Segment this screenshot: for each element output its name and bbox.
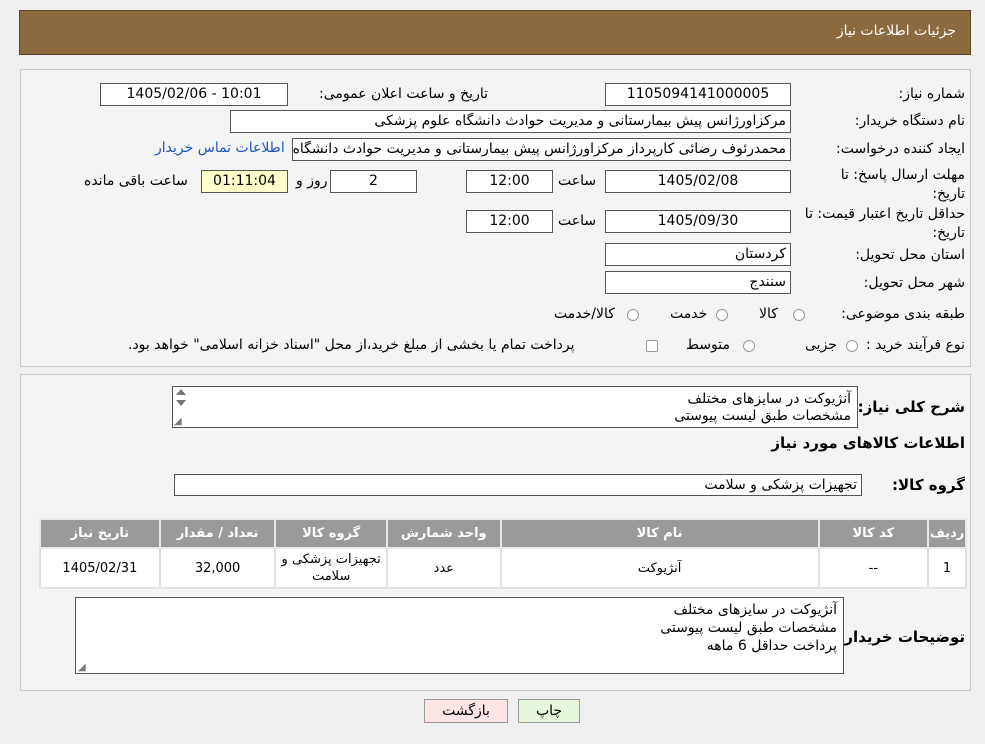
- city-field: سنندج: [605, 271, 791, 294]
- countdown-timer: 01:11:04: [201, 170, 288, 193]
- validity-date-field: 1405/09/30: [605, 210, 791, 233]
- process-treasury-checkbox[interactable]: [646, 340, 658, 352]
- buyer-org-label: نام دستگاه خریدار:: [854, 113, 965, 129]
- process-option-medium: متوسط: [686, 337, 730, 353]
- need-number-label: شماره نیاز:: [898, 86, 966, 102]
- table-row: 1 -- آنژیوکت عدد تجهیزات پزشکی و سلامت 3…: [39, 547, 967, 589]
- days-remaining-field: 2: [330, 170, 417, 193]
- category-radio-goods[interactable]: [793, 309, 805, 321]
- deadline-date-field: 1405/02/08: [605, 170, 791, 193]
- cell-row: 1: [927, 547, 967, 589]
- buyer-notes-line-2: مشخصات طبق لیست پیوستی: [660, 620, 837, 636]
- city-label: شهر محل تحویل:: [863, 275, 965, 291]
- price-validity-label: حداقل تاریخ اعتبار قیمت: تا تاریخ:: [804, 206, 965, 241]
- col-row: ردیف: [927, 518, 967, 549]
- process-note: پرداخت تمام یا بخشی از مبلغ خرید،از محل …: [128, 337, 575, 353]
- cell-group: تجهیزات پزشکی و سلامت: [274, 547, 388, 589]
- cell-qty: 32,000: [158, 547, 277, 589]
- category-radio-goods-service[interactable]: [627, 309, 639, 321]
- col-date: تاریخ نیاز: [39, 518, 161, 549]
- deadline-time-field: 12:00: [466, 170, 553, 193]
- category-option-goods-service: کالا/خدمت: [554, 306, 615, 322]
- announce-datetime-label: تاریخ و ساعت اعلان عمومی:: [319, 86, 488, 102]
- summary-label: شرح کلی نیاز:: [857, 398, 965, 416]
- goods-group-field: تجهیزات پزشکی و سلامت: [174, 474, 862, 496]
- category-label: طبقه بندی موضوعی:: [841, 306, 965, 322]
- scroll-up-icon[interactable]: [176, 389, 186, 395]
- summary-line-2: مشخصات طبق لیست پیوستی: [674, 408, 851, 424]
- cell-code: --: [817, 547, 930, 589]
- col-qty: تعداد / مقدار: [158, 518, 277, 549]
- goods-section-title: اطلاعات کالاهای مورد نیاز: [771, 434, 965, 452]
- category-option-service: خدمت: [670, 306, 708, 322]
- province-label: استان محل تحویل:: [855, 247, 965, 263]
- process-radio-minor[interactable]: [846, 340, 858, 352]
- buyer-notes-textarea[interactable]: آنژیوکت در سایزهای مختلف مشخصات طبق لیست…: [75, 597, 844, 674]
- cell-date: 1405/02/31: [39, 547, 161, 589]
- buyer-org-field: مرکزاورژانس پیش بیمارستانی و مدیریت حواد…: [230, 110, 791, 133]
- process-radio-medium[interactable]: [743, 340, 755, 352]
- buyer-notes-label: توضیحات خریدار:: [838, 628, 965, 646]
- process-type-label: نوع فرآیند خرید :: [866, 337, 965, 353]
- validity-time-field: 12:00: [466, 210, 553, 233]
- goods-table: ردیف کد کالا نام کالا واحد شمارش گروه کا…: [39, 518, 967, 589]
- buyer-notes-line-1: آنژیوکت در سایزهای مختلف: [673, 602, 837, 618]
- resize-handle-icon[interactable]: ◢: [174, 417, 182, 427]
- page-header: جزئیات اطلاعات نیاز: [19, 10, 971, 55]
- page-title: جزئیات اطلاعات نیاز: [836, 23, 956, 39]
- resize-handle-icon[interactable]: ◢: [78, 663, 86, 673]
- back-button[interactable]: بازگشت: [424, 699, 508, 723]
- category-radio-service[interactable]: [716, 309, 728, 321]
- deadline-label: مهلت ارسال پاسخ: تا تاریخ:: [840, 167, 965, 202]
- requester-field: محمدرئوف رضائی کارپرداز مرکزاورژانس پیش …: [292, 138, 791, 161]
- process-option-minor: جزیی: [805, 337, 837, 353]
- scroll-down-icon[interactable]: [176, 400, 186, 406]
- print-button[interactable]: چاپ: [518, 699, 580, 723]
- goods-table-header: ردیف کد کالا نام کالا واحد شمارش گروه کا…: [39, 518, 967, 549]
- validity-time-label: ساعت: [558, 213, 597, 229]
- category-option-goods: کالا: [759, 306, 778, 322]
- summary-textarea[interactable]: آنژیوکت در سایزهای مختلف مشخصات طبق لیست…: [172, 386, 858, 428]
- requester-label: ایجاد کننده درخواست:: [836, 141, 965, 157]
- deadline-time-label: ساعت: [558, 173, 597, 189]
- need-number-field: 1105094141000005: [605, 83, 791, 106]
- col-group: گروه کالا: [274, 518, 388, 549]
- summary-line-1: آنژیوکت در سایزهای مختلف: [687, 391, 851, 407]
- remaining-label: ساعت باقی مانده: [84, 173, 188, 189]
- col-unit: واحد شمارش: [385, 518, 502, 549]
- buyer-contact-link[interactable]: اطلاعات تماس خریدار: [155, 140, 285, 156]
- buyer-notes-line-3: پرداخت حداقل 6 ماهه: [706, 638, 837, 654]
- days-label: روز و: [296, 173, 328, 189]
- goods-group-label: گروه کالا:: [892, 476, 965, 494]
- cell-name: آنژیوکت: [499, 547, 820, 589]
- province-field: کردستان: [605, 243, 791, 266]
- cell-unit: عدد: [385, 547, 502, 589]
- announce-datetime-field: 1405/02/06 - 10:01: [100, 83, 288, 106]
- col-code: کد کالا: [817, 518, 930, 549]
- col-name: نام کالا: [499, 518, 820, 549]
